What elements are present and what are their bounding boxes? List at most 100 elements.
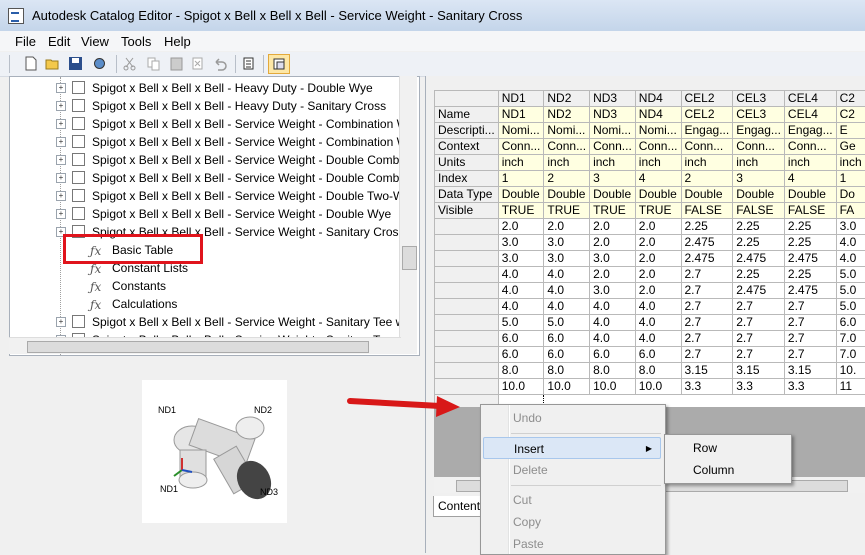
undo-icon[interactable] — [213, 56, 228, 71]
row-header[interactable] — [435, 363, 499, 379]
expand-icon[interactable]: + — [56, 209, 66, 219]
grid-cell[interactable]: 6.0 — [544, 347, 590, 363]
grid-cell[interactable]: 2.25 — [784, 219, 836, 235]
grid-cell[interactable]: Conn... — [635, 139, 681, 155]
grid-cell[interactable]: Nomi... — [544, 123, 590, 139]
column-header[interactable]: CEL2 — [681, 91, 733, 107]
cut-icon[interactable] — [122, 56, 137, 71]
row-header[interactable] — [435, 299, 499, 315]
grid-cell[interactable]: 4.0 — [836, 251, 865, 267]
grid-cell[interactable]: 2.0 — [635, 219, 681, 235]
grid-cell[interactable]: 3.0 — [590, 251, 636, 267]
grid-cell[interactable]: 2.25 — [681, 219, 733, 235]
grid-cell[interactable]: Double — [733, 187, 785, 203]
expand-icon[interactable]: + — [56, 191, 66, 201]
row-header[interactable]: Visible — [435, 203, 499, 219]
row-header[interactable]: Context — [435, 139, 499, 155]
grid-cell[interactable]: 4.0 — [590, 315, 636, 331]
grid-cell[interactable]: 2.7 — [733, 347, 785, 363]
expand-icon[interactable]: + — [56, 173, 66, 183]
grid-cell[interactable]: TRUE — [544, 203, 590, 219]
menu-help[interactable]: Help — [164, 34, 191, 49]
menu-item-column[interactable]: Column — [665, 459, 789, 481]
grid-cell[interactable]: 3.0 — [544, 251, 590, 267]
grid-cell[interactable]: 2.25 — [733, 267, 785, 283]
grid-cell[interactable]: 2.0 — [590, 235, 636, 251]
tree-horizontal-scrollbar[interactable] — [9, 337, 401, 354]
grid-cell[interactable]: 3.3 — [784, 379, 836, 395]
paste-icon[interactable] — [169, 56, 184, 71]
grid-cell[interactable]: 4.0 — [498, 283, 544, 299]
expand-icon[interactable]: + — [56, 155, 66, 165]
column-header[interactable]: ND3 — [590, 91, 636, 107]
grid-cell[interactable]: 2.0 — [635, 283, 681, 299]
grid-cell[interactable]: ND2 — [544, 107, 590, 123]
new-icon[interactable] — [23, 56, 38, 71]
grid-cell[interactable]: Conn... — [590, 139, 636, 155]
grid-cell[interactable]: 3.0 — [544, 235, 590, 251]
grid-cell[interactable]: 2.7 — [784, 299, 836, 315]
grid-cell[interactable]: 2.25 — [784, 267, 836, 283]
grid-cell[interactable]: Double — [784, 187, 836, 203]
copy-icon[interactable] — [146, 56, 161, 71]
grid-cell[interactable]: 3.0 — [590, 283, 636, 299]
column-header[interactable]: ND2 — [544, 91, 590, 107]
grid-cell[interactable]: 2.475 — [784, 283, 836, 299]
view-toggle-button[interactable] — [268, 54, 290, 74]
grid-cell[interactable]: 10.0 — [635, 379, 681, 395]
grid-cell[interactable]: 6.0 — [590, 347, 636, 363]
grid-cell[interactable]: 2.7 — [733, 299, 785, 315]
grid-cell[interactable]: 5.0 — [836, 283, 865, 299]
grid-cell[interactable]: Engag... — [784, 123, 836, 139]
row-header[interactable] — [435, 219, 499, 235]
grid-cell[interactable]: 2.475 — [784, 251, 836, 267]
grid-cell[interactable]: 2.25 — [733, 235, 785, 251]
grid-cell[interactable]: ND1 — [498, 107, 544, 123]
expand-icon[interactable]: + — [56, 83, 66, 93]
grid-cell[interactable]: 8.0 — [590, 363, 636, 379]
grid-cell[interactable]: 8.0 — [635, 363, 681, 379]
grid-cell[interactable]: 4.0 — [590, 299, 636, 315]
grid-cell[interactable]: 3.15 — [733, 363, 785, 379]
menu-view[interactable]: View — [81, 34, 109, 49]
grid-cell[interactable]: 6.0 — [635, 347, 681, 363]
grid-cell[interactable]: 3.0 — [836, 219, 865, 235]
row-header[interactable] — [435, 283, 499, 299]
grid-cell[interactable]: 2.7 — [681, 331, 733, 347]
grid-cell[interactable]: 4.0 — [544, 267, 590, 283]
tree-vertical-scrollbar[interactable] — [399, 76, 417, 354]
row-header[interactable]: Data Type — [435, 187, 499, 203]
grid-cell[interactable]: 2.475 — [733, 251, 785, 267]
grid-cell[interactable]: FALSE — [681, 203, 733, 219]
grid-cell[interactable]: 4 — [784, 171, 836, 187]
grid-cell[interactable]: Nomi... — [635, 123, 681, 139]
menu-item-cut[interactable]: Cut — [481, 489, 663, 511]
grid-cell[interactable]: Conn... — [784, 139, 836, 155]
row-header[interactable] — [435, 251, 499, 267]
menu-item-insert[interactable]: Insert ▶ — [483, 437, 661, 459]
grid-cell[interactable]: 2.7 — [784, 347, 836, 363]
tab-content[interactable]: Content — [433, 496, 485, 517]
grid-cell[interactable]: Engag... — [733, 123, 785, 139]
grid-cell[interactable]: 4.0 — [635, 331, 681, 347]
row-header[interactable] — [435, 315, 499, 331]
row-header[interactable]: Descripti... — [435, 123, 499, 139]
row-header[interactable]: Units — [435, 155, 499, 171]
grid-cell[interactable]: 4.0 — [498, 267, 544, 283]
grid-cell[interactable]: 3.0 — [498, 251, 544, 267]
grid-cell[interactable]: 5.0 — [836, 299, 865, 315]
grid-cell[interactable]: 7.0 — [836, 331, 865, 347]
grid-cell[interactable]: 2.25 — [733, 219, 785, 235]
grid-cell[interactable]: 10.0 — [590, 379, 636, 395]
grid-cell[interactable]: 2.7 — [784, 331, 836, 347]
grid-cell[interactable]: 2.0 — [635, 251, 681, 267]
grid-cell[interactable]: 3.0 — [498, 235, 544, 251]
grid-cell[interactable]: 2.0 — [590, 219, 636, 235]
menu-item-undo[interactable]: Undo — [481, 407, 663, 429]
grid-cell[interactable]: inch — [635, 155, 681, 171]
grid-cell[interactable]: Conn... — [498, 139, 544, 155]
grid-cell[interactable]: Engag... — [681, 123, 733, 139]
grid-cell[interactable]: 7.0 — [836, 347, 865, 363]
grid-cell[interactable]: inch — [681, 155, 733, 171]
grid-cell[interactable]: CEL4 — [784, 107, 836, 123]
